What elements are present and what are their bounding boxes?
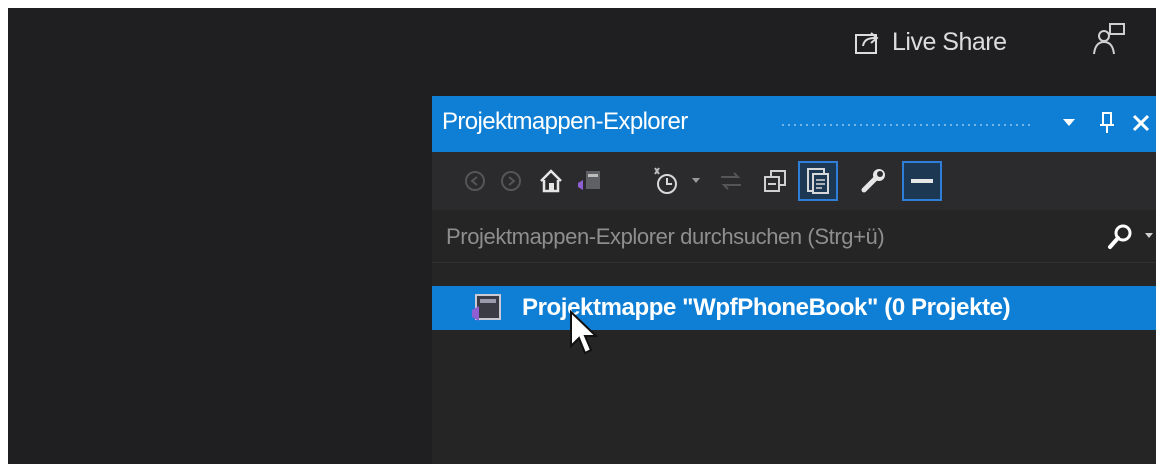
- solution-tree: Projektmappe "WpfPhoneBook" (0 Projekte): [432, 286, 1156, 464]
- search-icon[interactable]: [1106, 222, 1136, 252]
- switch-views-icon: [578, 171, 600, 190]
- close-button[interactable]: [1126, 108, 1156, 138]
- dropdown-icon: [692, 178, 700, 183]
- home-icon: [540, 169, 562, 193]
- back-icon: [465, 171, 485, 191]
- pin-icon: [1100, 112, 1114, 133]
- dropdown-icon: [1063, 119, 1075, 126]
- search-bar: [432, 210, 1156, 263]
- live-share-button[interactable]: Live Share: [854, 24, 1007, 60]
- pending-changes-dropdown[interactable]: [688, 164, 704, 198]
- feedback-person-icon[interactable]: [1088, 20, 1128, 60]
- properties-icon: [861, 169, 885, 193]
- sync-button[interactable]: [716, 164, 746, 198]
- sync-icon: [721, 172, 741, 190]
- pin-button[interactable]: [1092, 108, 1122, 138]
- show-all-files-button[interactable]: [798, 161, 838, 201]
- search-input[interactable]: [444, 219, 1068, 255]
- tree-item-solution[interactable]: Projektmappe "WpfPhoneBook" (0 Projekte): [432, 286, 1156, 330]
- title-grip: [780, 123, 1030, 127]
- panel-title: Projektmappen-Explorer: [442, 108, 688, 135]
- pending-changes-icon: [654, 167, 677, 194]
- show-all-files-icon: [807, 168, 829, 194]
- back-button[interactable]: [462, 164, 488, 198]
- tree-item-label: Projektmappe "WpfPhoneBook" (0 Projekte): [522, 294, 1011, 321]
- dropdown-icon: [1145, 233, 1153, 238]
- ide-window: Live Share Projektmappen-Explorer Projek…: [8, 8, 1156, 464]
- collapse-all-button[interactable]: [760, 164, 790, 198]
- title-bar: Live Share: [8, 8, 1156, 94]
- properties-button[interactable]: [856, 164, 892, 198]
- live-share-icon: [854, 29, 882, 55]
- solution-icon: [472, 294, 501, 321]
- solution-explorer-title-bar: Projektmappen-Explorer: [432, 96, 1156, 152]
- collapse-all-icon: [764, 170, 786, 192]
- forward-button[interactable]: [498, 164, 524, 198]
- live-share-label: Live Share: [892, 27, 1007, 56]
- preview-button[interactable]: [902, 161, 942, 201]
- search-options-dropdown[interactable]: [1144, 224, 1154, 245]
- solution-explorer-panel: Projektmappen-Explorer Projektmappen-Exp…: [432, 96, 1156, 464]
- home-button[interactable]: [536, 164, 566, 198]
- close-icon: [1132, 114, 1150, 132]
- forward-icon: [501, 171, 521, 191]
- preview-icon: [911, 179, 933, 183]
- pending-changes-button[interactable]: [646, 164, 686, 198]
- solution-explorer-toolbar: [432, 152, 1156, 210]
- switch-views-button[interactable]: [574, 164, 606, 198]
- window-position-dropdown-button[interactable]: [1054, 108, 1084, 138]
